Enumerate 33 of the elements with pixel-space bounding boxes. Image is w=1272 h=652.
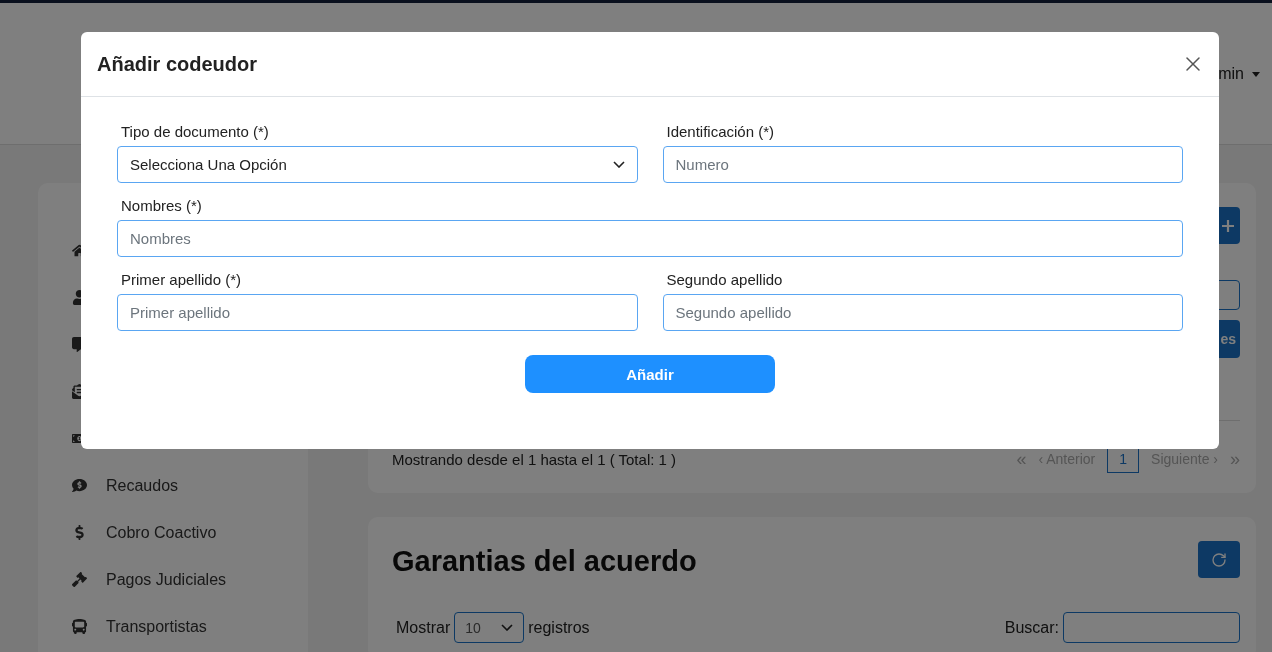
chat-dollar-icon [72, 478, 87, 493]
records-label: registros [528, 618, 590, 637]
sidebar-item[interactable]: Pagos Judiciales [106, 570, 227, 589]
plus-icon [1221, 218, 1235, 233]
refresh-button[interactable] [1198, 541, 1240, 578]
input-field[interactable]: Numero [662, 146, 1183, 183]
bus-icon [72, 619, 87, 634]
input-field[interactable]: Primer apellido [117, 294, 638, 331]
pagination-info: Mostrando desde el 1 hasta el 1 ( Total: 1 ) [392, 450, 677, 468]
field-label: Segundo apellido [665, 271, 784, 288]
sidebar-item[interactable]: Recaudos [106, 476, 179, 495]
pager-arrow[interactable]: » [1230, 448, 1240, 470]
field-label: Primer apellido (*) [120, 271, 243, 288]
gavel-icon [72, 572, 87, 587]
search-label: Buscar: [1004, 618, 1059, 637]
chevron-down-icon [612, 161, 625, 168]
input-field[interactable]: Nombres [117, 220, 1183, 257]
chevron-down-icon [501, 624, 514, 631]
select-field[interactable]: Selecciona Una Opción [117, 146, 638, 183]
sidebar-item[interactable]: Transportistas [106, 617, 207, 636]
field-label: Identificación (*) [665, 123, 776, 140]
field-label: Tipo de documento (*) [120, 123, 270, 140]
input-field[interactable]: Segundo apellido [662, 294, 1183, 331]
refresh-icon [1211, 551, 1227, 568]
sidebar-item[interactable]: Cobro Coactivo [106, 523, 217, 542]
field-label: Nombres (*) [120, 197, 203, 214]
show-label: Mostrar [396, 618, 451, 637]
page-size-select[interactable]: 10 [454, 612, 525, 643]
modal-title: Añadir codeudor [97, 52, 257, 76]
pager-arrow[interactable]: « [1016, 448, 1027, 470]
search-field[interactable] [1063, 612, 1240, 643]
card-title: Garantias del acuerdo [392, 545, 697, 578]
add-button[interactable]: Añadir [525, 355, 775, 393]
